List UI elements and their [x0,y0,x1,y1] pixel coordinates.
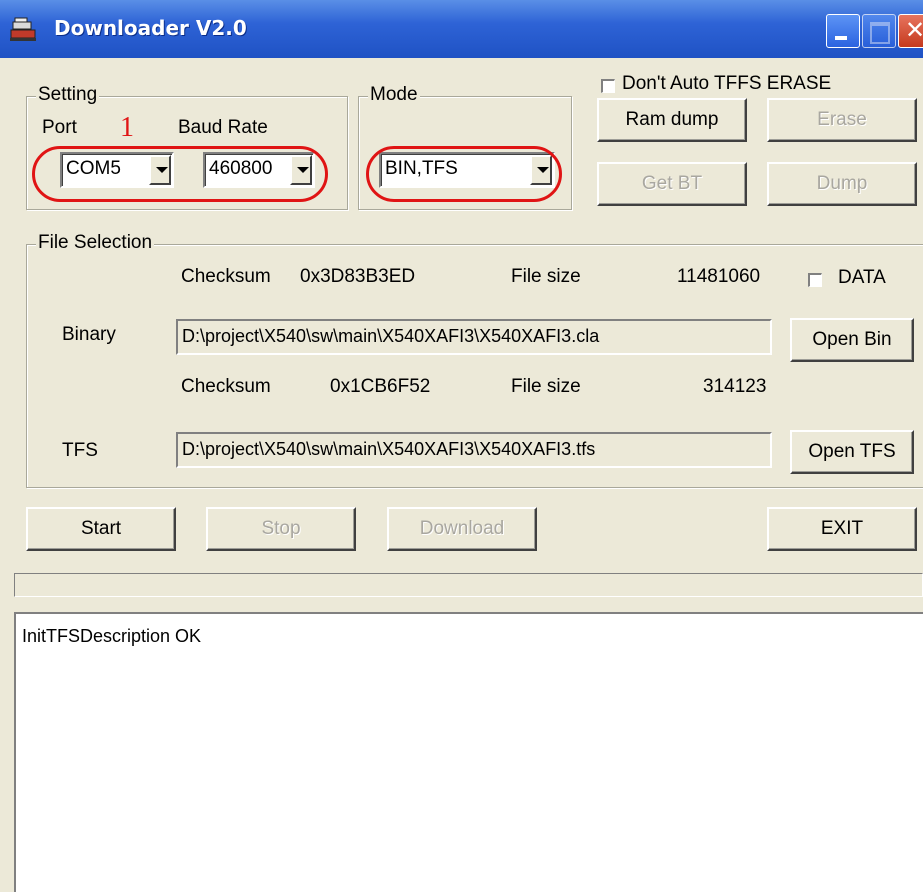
setting-group-label: Setting [36,84,100,106]
binary-checksum-label: Checksum [181,266,271,287]
progress-bar [14,573,923,597]
tfs-filesize-value: 314123 [703,376,767,397]
tfs-path-field[interactable]: D:\project\X540\sw\main\X540XAFI3\X540XA… [176,432,772,468]
annotation-oval-mode [366,146,562,202]
annotation-oval-setting [32,146,328,202]
close-button[interactable]: ✕ [898,14,923,48]
no-auto-erase-label: Don't Auto TFFS ERASE [622,73,832,94]
file-selection-group-label: File Selection [36,232,155,254]
exit-button[interactable]: EXIT [767,507,917,551]
binary-label: Binary [62,324,116,345]
minimize-button[interactable] [826,14,860,48]
ram-dump-button[interactable]: Ram dump [597,98,747,142]
data-checkbox-label: DATA [838,267,886,288]
port-label: Port [42,117,77,138]
open-bin-button[interactable]: Open Bin [790,318,914,362]
binary-path-value: D:\project\X540\sw\main\X540XAFI3\X540XA… [182,326,600,346]
dump-button[interactable]: Dump [767,162,917,206]
tfs-label: TFS [62,440,98,461]
no-auto-erase-checkbox[interactable] [601,79,615,93]
binary-filesize-label: File size [511,266,581,287]
binary-filesize-value: 11481060 [677,266,761,287]
tfs-checksum-value: 0x1CB6F52 [330,376,431,397]
baud-rate-label: Baud Rate [178,117,268,138]
close-icon: ✕ [905,16,923,44]
log-line: InitTFSDescription OK [22,626,202,646]
get-bt-button[interactable]: Get BT [597,162,747,206]
mode-group-label: Mode [368,84,420,106]
app-icon [10,17,36,41]
binary-checksum-value: 0x3D83B3ED [300,266,416,287]
start-button[interactable]: Start [26,507,176,551]
window-title: Downloader V2.0 [54,16,247,40]
tfs-filesize-label: File size [511,376,581,397]
annotation-number: 1 [120,112,134,143]
tfs-checksum-label: Checksum [181,376,271,397]
title-bar[interactable]: Downloader V2.0 ✕ [0,0,923,58]
download-button[interactable]: Download [387,507,537,551]
binary-path-field[interactable]: D:\project\X540\sw\main\X540XAFI3\X540XA… [176,319,772,355]
maximize-button[interactable] [862,14,896,48]
erase-button[interactable]: Erase [767,98,917,142]
stop-button[interactable]: Stop [206,507,356,551]
log-output[interactable]: InitTFSDescription OK [14,612,923,892]
tfs-path-value: D:\project\X540\sw\main\X540XAFI3\X540XA… [182,439,596,459]
data-checkbox[interactable] [808,273,822,287]
open-tfs-button[interactable]: Open TFS [790,430,914,474]
